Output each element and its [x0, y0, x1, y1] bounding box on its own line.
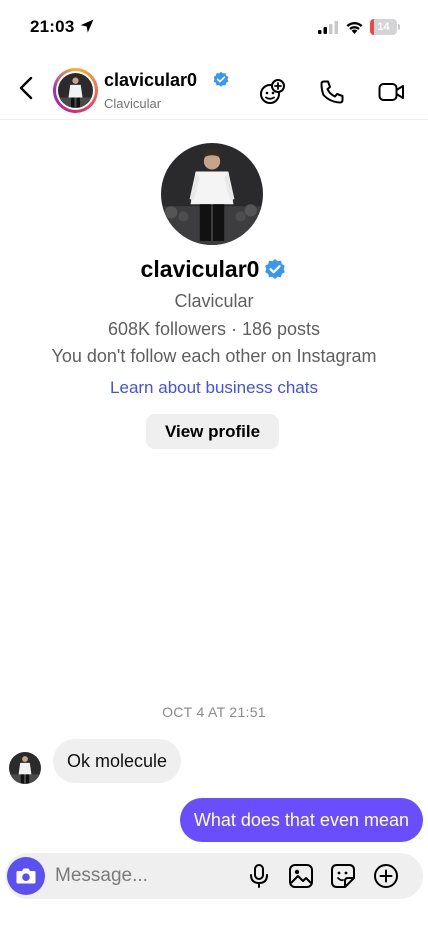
battery-indicator: 14 [370, 19, 400, 35]
chat-header: clavicular0 Clavicular [0, 54, 428, 120]
avatar-image [58, 73, 93, 108]
learn-business-chats-link[interactable]: Learn about business chats [0, 378, 428, 398]
follow-status: You don't follow each other on Instagram [51, 346, 377, 366]
status-bar: 21:03 14 [0, 0, 428, 54]
sender-avatar[interactable] [9, 752, 41, 784]
message-timestamp: OCT 4 AT 21:51 [162, 704, 266, 720]
profile-stats: 608K followers · 186 posts [107, 319, 321, 339]
video-call-icon[interactable] [377, 78, 405, 106]
add-effect-icon[interactable] [258, 78, 286, 106]
outgoing-message-bubble[interactable]: What does that even mean [179, 798, 423, 842]
header-avatar[interactable] [53, 68, 98, 113]
plus-icon[interactable] [373, 863, 399, 889]
gallery-icon[interactable] [288, 863, 314, 889]
battery-percentage: 14 [377, 21, 390, 33]
verified-badge-icon [265, 258, 286, 279]
incoming-message-bubble[interactable]: Ok molecule [53, 739, 182, 783]
location-arrow-icon [80, 19, 94, 33]
header-username[interactable]: clavicular0 [104, 70, 197, 91]
view-profile-button[interactable]: View profile [146, 414, 279, 449]
sticker-icon[interactable] [330, 863, 356, 889]
verified-badge-icon [213, 71, 229, 87]
avatar-ring-gap [56, 71, 95, 110]
profile-avatar[interactable] [161, 143, 263, 245]
message-input[interactable] [55, 853, 235, 899]
microphone-icon[interactable] [246, 863, 272, 889]
profile-full-name: Clavicular [174, 291, 254, 311]
cellular-signal-icon [318, 21, 338, 34]
profile-name-row: clavicular0 [0, 256, 428, 283]
battery-tip [398, 24, 400, 30]
status-time: 21:03 [30, 17, 75, 36]
back-chevron-icon[interactable] [14, 75, 40, 101]
wifi-icon [346, 21, 363, 34]
phone-icon[interactable] [318, 78, 346, 106]
camera-button[interactable] [7, 857, 45, 895]
header-subtitle: Clavicular [104, 96, 162, 111]
message-composer [5, 853, 423, 899]
camera-icon [16, 868, 36, 884]
battery-body: 14 [370, 19, 397, 35]
profile-username: clavicular0 [140, 256, 260, 282]
